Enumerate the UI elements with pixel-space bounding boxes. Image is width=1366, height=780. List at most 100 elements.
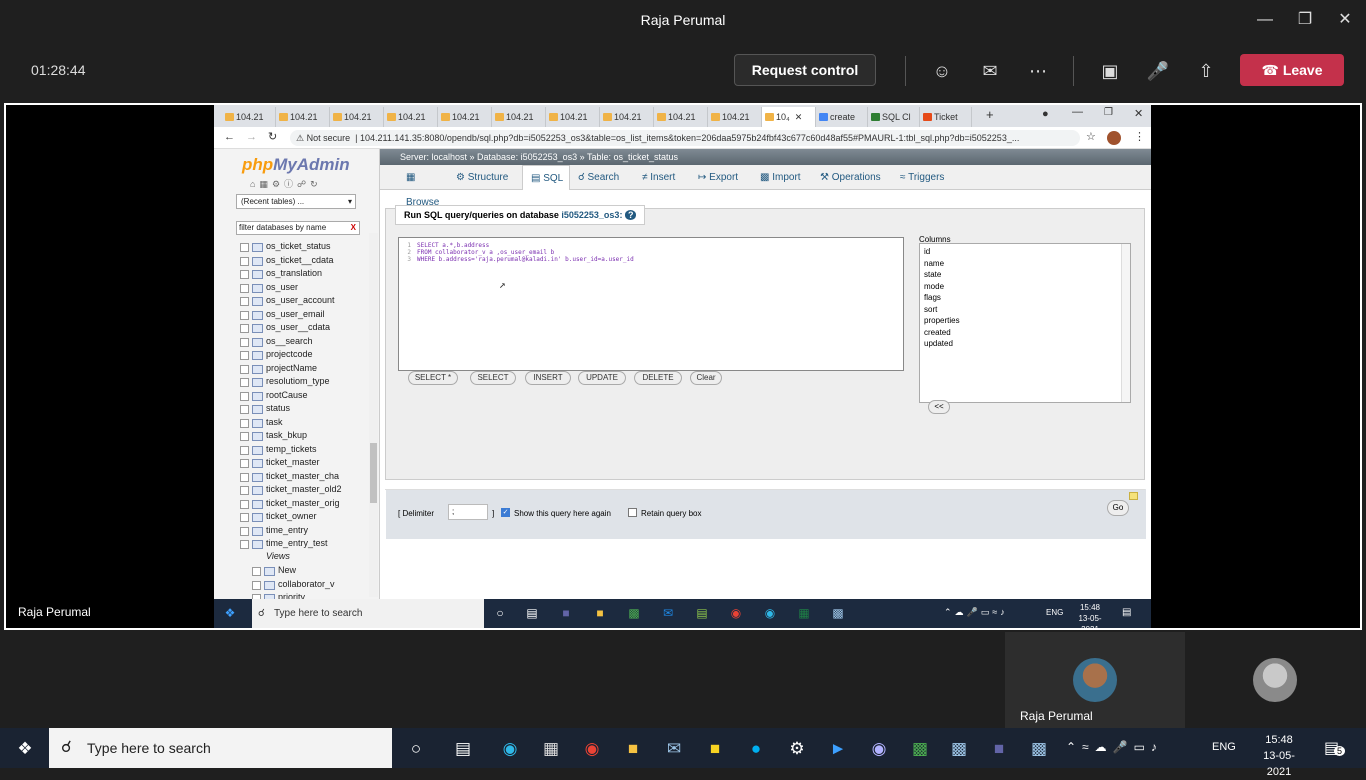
taskbar-clock[interactable]: 15:48 13-05-2021 — [1254, 732, 1304, 780]
settings-icon[interactable]: ⚙ — [786, 738, 808, 760]
forward-icon[interactable]: → — [246, 131, 257, 143]
nav-table-item[interactable]: time_entry_test — [240, 537, 328, 550]
excel-icon[interactable]: ▦ — [796, 605, 812, 621]
browser-maximize-icon[interactable]: ❐ — [1104, 107, 1113, 118]
reload-icon[interactable]: ↻ — [268, 130, 277, 143]
remote-search-box[interactable]: ☌ Type here to search — [252, 599, 484, 628]
close-icon[interactable]: ✕ — [1335, 10, 1355, 30]
browser-tab[interactable]: 104.21 — [492, 107, 546, 127]
request-control-button[interactable]: Request control — [734, 54, 876, 86]
nav-icon-row[interactable]: ⌂▦⚙ⓘ☍↻ — [250, 177, 322, 190]
sql-editor[interactable]: 1 SELECT a.*,b.address 2 FROM collaborator… — [398, 237, 904, 371]
teams-icon[interactable]: ■ — [558, 605, 574, 621]
language-indicator[interactable]: ENG — [1212, 741, 1236, 753]
new-tab-icon[interactable]: + — [986, 107, 994, 122]
insert-button[interactable]: INSERT — [525, 371, 571, 385]
views-group-label[interactable]: Views — [266, 551, 290, 561]
cortana-icon[interactable]: ○ — [492, 605, 508, 621]
notification-center-icon[interactable]: ▤ 5 — [1324, 738, 1346, 758]
tab-triggers[interactable]: ≈ Triggers — [900, 165, 964, 190]
insert-column-button[interactable]: << — [928, 400, 950, 414]
store-icon[interactable]: ▦ — [540, 738, 562, 760]
tab-insert[interactable]: ≠ Insert — [642, 165, 694, 190]
taskbar-search-box[interactable]: ☌ Type here to search — [49, 728, 392, 768]
column-option[interactable]: flags — [924, 292, 941, 304]
go-button[interactable]: Go — [1107, 500, 1129, 516]
nav-table-item[interactable]: os_user — [239, 281, 298, 294]
back-icon[interactable]: ← — [224, 131, 235, 143]
file-explorer-icon[interactable]: ■ — [592, 605, 608, 621]
nav-table-item[interactable]: os_ticket__cdata — [240, 254, 334, 267]
clear-button[interactable]: Clear — [690, 371, 722, 385]
chat-icon[interactable]: ✉ — [977, 58, 1003, 84]
tab-export[interactable]: ↦ Export — [698, 165, 754, 190]
column-option[interactable]: created — [924, 327, 951, 339]
url-field[interactable]: ⚠ Not secure | 104.211.141.35:8080/opend… — [290, 130, 1080, 146]
update-button[interactable]: UPDATE — [578, 371, 626, 385]
nav-table-item[interactable]: ticket_master_old2 — [240, 483, 342, 496]
windows-start-icon[interactable]: ❖ — [222, 605, 238, 621]
share-screen-icon[interactable]: ⇧ — [1193, 58, 1219, 84]
more-options-icon[interactable]: ⋯ — [1025, 58, 1051, 84]
file-explorer-icon[interactable]: ■ — [622, 738, 644, 760]
browser-tab[interactable]: 104.21 — [600, 107, 654, 127]
browser-tab[interactable]: 104.21 — [222, 107, 276, 127]
remote-clock[interactable]: 15:4813-05-2021 — [1070, 602, 1110, 628]
nav-table-item[interactable]: os_user_account — [240, 294, 335, 307]
tab-search-icon[interactable]: ● — [1042, 108, 1049, 120]
tab-structure[interactable]: ⚙ Structure — [452, 165, 526, 190]
camera-off-icon[interactable]: ▣ — [1097, 58, 1123, 84]
nav-table-item[interactable]: os__search — [240, 335, 313, 348]
remote-desktop-icon[interactable]: ▩ — [1028, 738, 1050, 760]
browser-close-icon[interactable]: ✕ — [1134, 107, 1143, 120]
system-tray-icons[interactable]: ⌃☁🎤▭≈♪ — [944, 607, 1008, 618]
nav-table-item[interactable]: resolutiom_type — [240, 375, 330, 388]
browser-tab[interactable]: 104.21 — [384, 107, 438, 127]
nav-table-item[interactable]: task_bkup — [239, 429, 307, 442]
tab-operations[interactable]: ⚒ Operations — [820, 165, 898, 190]
retain-query-checkbox[interactable] — [628, 508, 637, 517]
microphone-icon[interactable]: 🎤 — [1145, 58, 1171, 84]
nav-table-item[interactable]: projectcode — [240, 348, 313, 361]
outlook-icon[interactable]: ✉ — [660, 605, 676, 621]
chrome-icon[interactable]: ◉ — [581, 738, 603, 760]
chrome-icon[interactable]: ◉ — [728, 605, 744, 621]
profile-avatar[interactable] — [1107, 131, 1121, 145]
browser-tab[interactable]: 104.21 — [330, 107, 384, 127]
task-view-icon[interactable]: ▤ — [524, 605, 540, 621]
notification-icon[interactable]: ▤ — [1122, 607, 1131, 618]
nav-table-item[interactable]: projectName — [239, 362, 317, 375]
maximize-icon[interactable]: ❐ — [1295, 10, 1315, 30]
browser-tab-active[interactable]: 10₄ ✕ — [762, 107, 816, 127]
browser-tab[interactable]: 104.21 — [546, 107, 600, 127]
column-option[interactable]: mode — [924, 281, 944, 293]
language-indicator[interactable]: ENG — [1046, 608, 1063, 617]
delimiter-input[interactable]: ; — [448, 504, 488, 520]
browser-tab[interactable]: Ticket — [920, 107, 972, 127]
nav-table-item[interactable]: ticket_master_orig — [240, 497, 340, 510]
task-view-icon[interactable]: ▤ — [452, 738, 474, 760]
browser-tab[interactable]: SQL Cl — [868, 107, 920, 127]
column-option[interactable]: updated — [924, 338, 953, 350]
column-option[interactable]: properties — [924, 315, 960, 327]
tab-import[interactable]: ▩ Import — [760, 165, 816, 190]
phpmyadmin-logo[interactable]: phpMyAdmin — [242, 155, 350, 175]
nav-table-item[interactable]: time_entry — [239, 524, 308, 537]
nav-table-item[interactable]: task — [240, 416, 283, 429]
browser-menu-icon[interactable]: ⋮ — [1134, 130, 1145, 143]
console-icon[interactable] — [1129, 492, 1138, 500]
app-icon[interactable]: ◉ — [868, 738, 890, 760]
column-option[interactable]: name — [924, 258, 944, 270]
app-icon[interactable]: ▩ — [626, 605, 642, 621]
column-option[interactable]: state — [924, 269, 941, 281]
nav-table-item[interactable]: os_translation — [239, 267, 322, 280]
browser-tab[interactable]: 104.21 — [708, 107, 762, 127]
tab-browse[interactable]: ▦ Browse — [390, 165, 450, 208]
app-icon[interactable]: ▩ — [909, 738, 931, 760]
select-button[interactable]: SELECT — [470, 371, 516, 385]
nav-table-item[interactable]: ticket_owner — [240, 510, 317, 523]
bookmark-star-icon[interactable]: ☆ — [1086, 130, 1096, 143]
edge-icon[interactable]: ◉ — [499, 738, 521, 760]
leave-button[interactable]: ☎ Leave — [1240, 54, 1344, 86]
columns-list[interactable]: id name state mode flags sort properties create… — [919, 243, 1131, 403]
